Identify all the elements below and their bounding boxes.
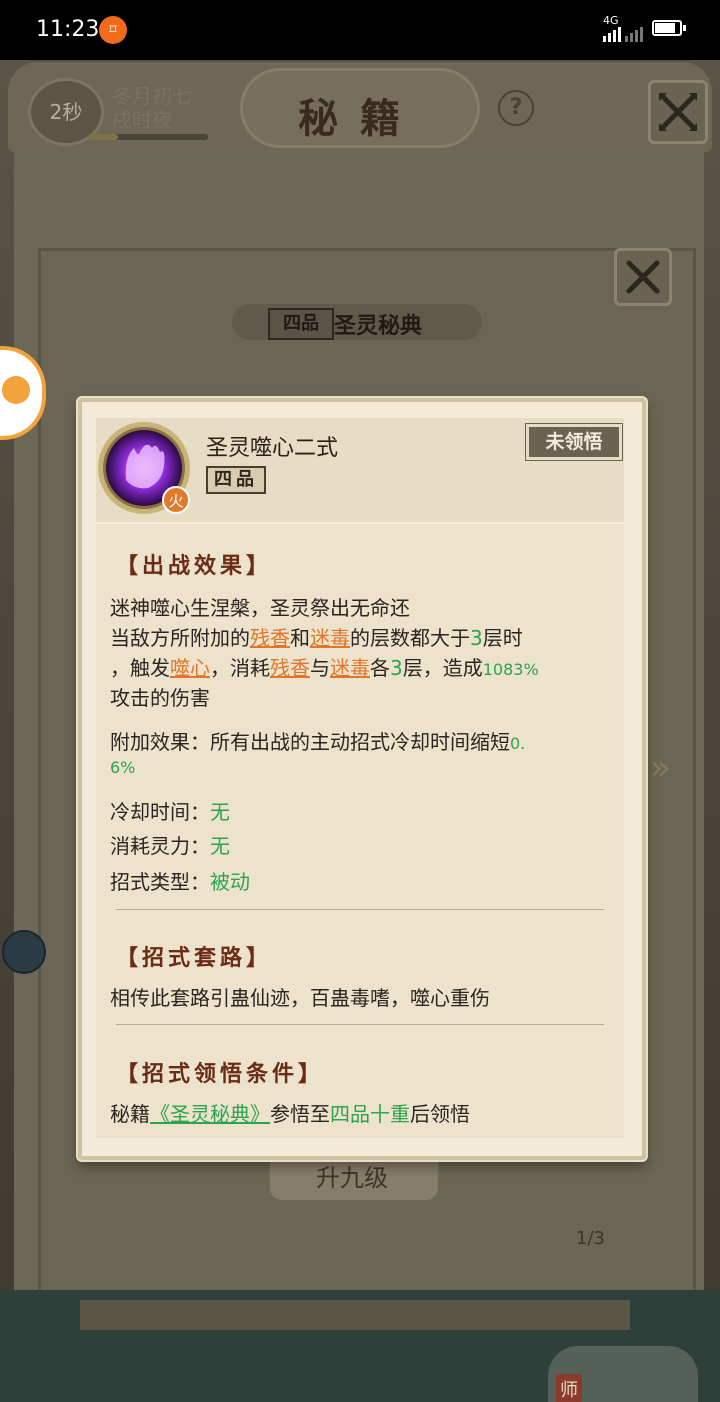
divider <box>116 909 604 910</box>
canxiang-link[interactable]: 残香 <box>250 626 290 650</box>
status-badge: 未领悟 <box>525 423 623 461</box>
time-progress-bar <box>88 134 208 140</box>
effect-line-3: ，触发噬心，消耗残香与迷毒各3层，造成1083% <box>110 656 539 680</box>
effect-line-1: 迷神噬心生涅槃，圣灵祭出无命还 <box>110 596 410 620</box>
condition-heading: 【招式领悟条件】 <box>116 1061 325 1087</box>
canxiang-link-2[interactable]: 残香 <box>270 656 310 680</box>
extra-effect-line: 附加效果：所有出战的主动招式冷却时间缩短0. <box>110 730 526 754</box>
page-indicator: 1/3 <box>576 1228 605 1249</box>
next-page-arrow-icon[interactable]: » <box>650 748 671 788</box>
book-grade-tag: 四品 <box>268 308 334 340</box>
page-title: 秘籍 <box>298 95 422 142</box>
close-main-button[interactable] <box>648 80 708 144</box>
midu-link[interactable]: 迷毒 <box>310 626 350 650</box>
midu-link-2[interactable]: 迷毒 <box>330 656 370 680</box>
status-time: 11:23 <box>36 17 100 42</box>
effect-line-2: 当敌方所附加的残香和迷毒的层数都大于3层时 <box>110 626 523 650</box>
book-title: 圣灵秘典 <box>334 314 423 339</box>
status-bar: 11:23 ⌑ 4G <box>0 0 720 60</box>
signal-icon <box>603 27 643 42</box>
extra-effect-value: 6% <box>110 758 136 777</box>
cooldown-row: 冷却时间：无 <box>110 800 230 824</box>
assistant-icon <box>2 376 30 404</box>
battery-icon <box>652 20 686 36</box>
routine-heading: 【招式套路】 <box>116 945 273 971</box>
element-label: 火 <box>168 492 183 510</box>
master-label: 师 <box>556 1374 582 1402</box>
skill-icon: 火 <box>98 422 190 514</box>
type-row: 招式类型：被动 <box>110 870 250 894</box>
orb-icon <box>2 930 46 974</box>
close-icon <box>659 93 697 131</box>
lunar-hour: 戌时夜 <box>112 108 172 132</box>
notification-app-icon: ⌑ <box>99 16 127 44</box>
help-button[interactable]: ? <box>498 90 534 126</box>
close-icon <box>626 260 660 294</box>
skill-grade-tag: 四品 <box>206 466 266 494</box>
level-up-label: 升九级 <box>316 1164 388 1192</box>
bottom-tabs <box>80 1300 630 1330</box>
routine-text: 相传此套路引蛊仙迹，百蛊毒嗜，噬心重伤 <box>110 986 490 1010</box>
skill-name: 圣灵噬心二式 <box>206 436 339 461</box>
damage-value: 1083% <box>482 660 539 679</box>
book-link[interactable]: 《圣灵秘典》 <box>150 1102 270 1126</box>
cost-row: 消耗灵力：无 <box>110 834 230 858</box>
divider <box>116 1024 604 1025</box>
condition-text: 秘籍《圣灵秘典》参悟至四品十重后领悟 <box>110 1102 470 1126</box>
screen: 11:23 ⌑ 4G 2秒 冬月初七 戌时夜 秘籍 ? 四品 圣灵秘典 升九级 … <box>0 0 720 1402</box>
effect-line-4: 攻击的伤害 <box>110 686 210 710</box>
close-panel-button[interactable] <box>614 248 672 306</box>
battle-effect-heading: 【出战效果】 <box>116 553 273 579</box>
shixin-link[interactable]: 噬心 <box>170 656 210 680</box>
